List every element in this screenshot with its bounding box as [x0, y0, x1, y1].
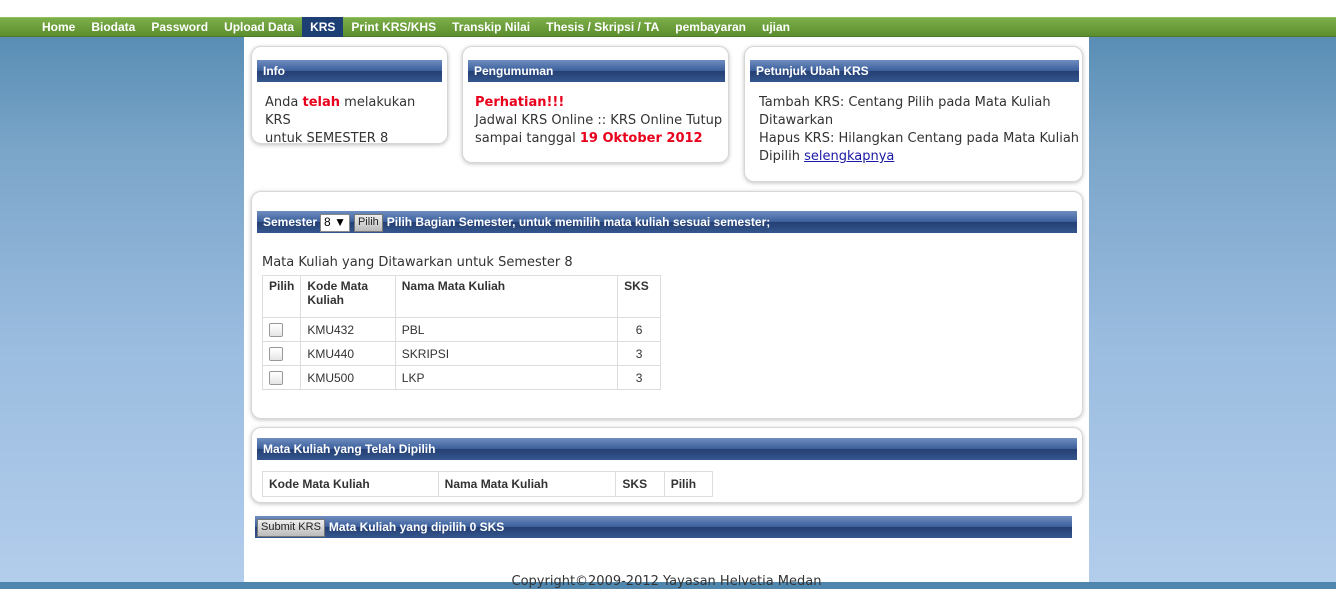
submit-bar: Submit KRS Mata Kuliah yang dipilih 0 SKS [255, 516, 1072, 538]
pilih-checkbox-kmu432[interactable] [269, 322, 283, 337]
petunjuk-line1: Tambah KRS: Centang Pilih pada Mata Kuli… [759, 95, 1051, 110]
semester-select[interactable]: 8 ▼ [320, 213, 350, 232]
chosen-title: Mata Kuliah yang Telah Dipilih [257, 438, 1077, 460]
pengumuman-title: Pengumuman [468, 60, 725, 82]
chosen-courses-box: Mata Kuliah yang Telah Dipilih Kode Mata… [251, 427, 1083, 503]
petunjuk-box: Petunjuk Ubah KRS Tambah KRS: Centang Pi… [744, 46, 1083, 182]
pengumuman-text: Perhatian!!! Jadwal KRS Online :: KRS On… [475, 94, 727, 148]
offered-courses-table: Pilih Kode Mata Kuliah Nama Mata Kuliah … [261, 275, 661, 390]
petunjuk-line4: Dipilih [759, 149, 800, 164]
petunjuk-title: Petunjuk Ubah KRS [750, 60, 1079, 82]
semester-select-value: 8 [324, 214, 331, 229]
nav-password[interactable]: Password [143, 17, 216, 37]
chevron-down-icon: ▼ [334, 214, 346, 229]
table-row: KMU500 LKP 3 [261, 365, 661, 390]
nav-home[interactable]: Home [34, 17, 83, 37]
pilih-checkbox-kmu500[interactable] [269, 370, 283, 385]
nav-pembayaran[interactable]: pembayaran [667, 17, 754, 37]
chosen-col-pilih: Pilih [663, 471, 714, 497]
semester-bar: Semester 8 ▼ Pilih Pilih Bagian Semester, u… [257, 211, 1077, 233]
nav-print-krs-khs[interactable]: Print KRS/KHS [343, 17, 444, 37]
cell-kode: KMU500 [300, 365, 396, 390]
top-navigation: Home Biodata Password Upload Data KRS Pr… [0, 17, 1336, 37]
petunjuk-line2: Ditawarkan [759, 113, 834, 128]
nav-transkip-nilai[interactable]: Transkip Nilai [444, 17, 538, 37]
chosen-col-kode: Kode Mata Kuliah [262, 471, 439, 497]
col-kode: Kode Mata Kuliah [300, 275, 396, 318]
col-nama: Nama Mata Kuliah [394, 275, 619, 318]
main-content: Info Anda telah melakukan KRS untuk SEME… [244, 37, 1089, 589]
info-box: Info Anda telah melakukan KRS untuk SEME… [251, 46, 448, 146]
row-checkbox-cell [261, 365, 302, 390]
cell-kode: KMU440 [300, 341, 396, 366]
selengkapnya-link[interactable]: selengkapnya [804, 149, 894, 164]
submit-sks-text: Mata Kuliah yang dipilih 0 SKS [328, 520, 505, 534]
pilih-checkbox-kmu440[interactable] [269, 346, 283, 361]
pengumuman-line2: sampai tanggal [475, 131, 576, 146]
info-text: Anda telah melakukan KRS untuk SEMESTER … [265, 94, 445, 148]
cell-sks: 3 [617, 365, 661, 390]
pengumuman-date: 19 Oktober 2012 [579, 131, 703, 146]
petunjuk-text: Tambah KRS: Centang Pilih pada Mata Kuli… [759, 94, 1081, 166]
col-sks: SKS [617, 275, 661, 318]
pengumuman-alert: Perhatian!!! [475, 95, 565, 110]
cell-kode: KMU432 [300, 317, 396, 342]
col-pilih: Pilih [261, 275, 302, 318]
cell-nama: LKP [394, 365, 619, 390]
info-text-post2: untuk SEMESTER 8 [265, 131, 389, 146]
nav-krs[interactable]: KRS [302, 17, 344, 37]
pengumuman-box: Pengumuman Perhatian!!! Jadwal KRS Onlin… [462, 46, 729, 163]
cell-nama: PBL [394, 317, 619, 342]
table-row: KMU432 PBL 6 [261, 317, 661, 342]
chosen-col-sks: SKS [615, 471, 665, 497]
info-text-bold: telah [302, 95, 341, 110]
info-title: Info [257, 60, 442, 82]
row-checkbox-cell [261, 341, 302, 366]
table-row: KMU440 SKRIPSI 3 [261, 341, 661, 366]
pengumuman-line1: Jadwal KRS Online :: KRS Online Tutup [475, 113, 723, 128]
offered-courses-box: Semester 8 ▼ Pilih Pilih Bagian Semester, u… [251, 191, 1083, 419]
pilih-semester-button[interactable]: Pilih [353, 213, 383, 232]
top-strip [0, 0, 1336, 17]
chosen-courses-table: Kode Mata Kuliah Nama Mata Kuliah SKS Pi… [262, 471, 714, 497]
offered-caption: Mata Kuliah yang Ditawarkan untuk Semest… [262, 255, 573, 270]
cell-sks: 3 [617, 341, 661, 366]
nav-thesis[interactable]: Thesis / Skripsi / TA [538, 17, 667, 37]
nav-upload-data[interactable]: Upload Data [216, 17, 302, 37]
row-checkbox-cell [261, 317, 302, 342]
nav-ujian[interactable]: ujian [754, 17, 798, 37]
semester-hint: Pilih Bagian Semester, untuk memilih mat… [386, 215, 771, 229]
semester-label: Semester [263, 215, 318, 229]
chosen-col-nama: Nama Mata Kuliah [437, 471, 617, 497]
submit-krs-button[interactable]: Submit KRS [257, 518, 325, 537]
cell-nama: SKRIPSI [394, 341, 619, 366]
nav-biodata[interactable]: Biodata [83, 17, 143, 37]
cell-sks: 6 [617, 317, 661, 342]
info-text-pre: Anda [265, 95, 299, 110]
petunjuk-line3: Hapus KRS: Hilangkan Centang pada Mata K… [759, 131, 1080, 146]
